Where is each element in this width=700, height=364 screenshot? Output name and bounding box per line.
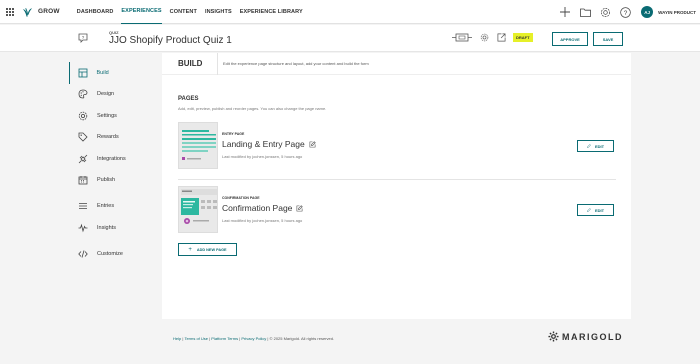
nav-experience-library[interactable]: EXPERIENCE LIBRARY xyxy=(240,0,303,24)
page-type: ENTRY PAGE xyxy=(222,132,245,136)
footer-logo: MARIGOLD xyxy=(548,331,623,342)
build-icon xyxy=(78,68,87,78)
page-thumbnail[interactable] xyxy=(178,122,218,169)
page-thumbnail[interactable] xyxy=(178,186,218,233)
sidebar-item-label: Design xyxy=(97,91,115,98)
edit-page-button[interactable]: EDIT xyxy=(577,140,614,152)
gear-icon[interactable] xyxy=(599,6,611,18)
folder-icon[interactable] xyxy=(579,6,591,18)
sidebar-item-label: Entries xyxy=(97,203,115,210)
page-modified: Last modified by jochen.jonssen, 5 hours… xyxy=(222,218,303,223)
sidebar-item-label: Rewards xyxy=(97,134,119,141)
nav-insights[interactable]: INSIGHTS xyxy=(205,0,232,24)
edit-label: EDIT xyxy=(594,207,605,213)
code-icon xyxy=(78,250,88,258)
sidebar-item-label: Settings xyxy=(97,112,117,119)
pages-title: PAGES xyxy=(178,96,199,102)
edit-name-icon[interactable] xyxy=(309,140,316,148)
svg-text:?: ? xyxy=(82,35,85,40)
app-grid-icon[interactable] xyxy=(6,7,14,16)
add-new-page-button[interactable]: + ADD NEW PAGE xyxy=(178,243,237,256)
pencil-icon xyxy=(587,208,591,212)
pages-description: Add, edit, preview, publish and reorder … xyxy=(178,106,327,111)
list-icon xyxy=(79,203,87,210)
gear-icon xyxy=(78,111,88,120)
help-icon[interactable]: ? xyxy=(619,6,631,18)
sidebar-item-publish[interactable]: Publish xyxy=(69,170,164,192)
thumbnail-preview xyxy=(182,130,216,160)
sidebar-item-design[interactable]: Design xyxy=(69,84,164,106)
pencil-icon xyxy=(587,144,591,148)
external-link-icon[interactable] xyxy=(497,32,506,42)
sidebar-item-settings[interactable]: Settings xyxy=(69,105,164,127)
svg-text:?: ? xyxy=(623,9,627,16)
footer-link-platform-terms[interactable]: Platform Terms xyxy=(211,336,238,341)
section-description: Edit the experience page structure and l… xyxy=(223,61,369,66)
sidebar-item-build[interactable]: Build xyxy=(69,62,164,84)
sidebar-item-rewards[interactable]: Rewards xyxy=(69,127,164,149)
edit-page-button[interactable]: EDIT xyxy=(577,204,614,216)
footer-link-terms-of-use[interactable]: Terms of Use xyxy=(184,336,208,341)
marigold-logo-icon xyxy=(548,331,559,342)
page-name: Landing & Entry Page xyxy=(222,139,305,149)
sidebar-item-integrations[interactable]: Integrations xyxy=(69,148,164,170)
sidebar-item-label: Publish xyxy=(97,177,116,184)
page-name: Confirmation Page xyxy=(222,203,293,213)
page-type: CONFIRMATION PAGE xyxy=(222,196,260,200)
avatar[interactable]: AJ xyxy=(641,6,654,18)
settings-gear-icon[interactable] xyxy=(480,32,489,42)
sidebar-item-label: Customize xyxy=(97,250,123,257)
page-row: CONFIRMATION PAGE Confirmation Page Last… xyxy=(178,186,616,236)
quiz-icon: ? xyxy=(78,33,88,43)
footer-link-help[interactable]: Help xyxy=(173,336,181,341)
plug-icon xyxy=(78,154,88,164)
footer: Help | Terms of Use | Platform Terms | P… xyxy=(173,336,335,341)
approve-button[interactable]: APPROVE xyxy=(552,32,588,46)
page-modified: Last modified by jochen.jonssen, 5 hours… xyxy=(222,154,303,159)
top-navigation: GROW DASHBOARD EXPERIENCES CONTENT INSIG… xyxy=(0,0,700,24)
thumbnail-preview xyxy=(181,189,217,224)
page-row: ENTRY PAGE Landing & Entry Page Last mod… xyxy=(178,122,616,180)
sidebar-item-label: Integrations xyxy=(97,155,126,162)
sidebar-item-customize[interactable]: Customize xyxy=(69,243,164,265)
calendar-icon xyxy=(78,176,88,185)
plus-icon: + xyxy=(188,246,192,253)
brand[interactable]: GROW xyxy=(22,7,60,17)
sidebar: Build Design Settings Rewards Integratio… xyxy=(69,62,164,265)
user-name[interactable]: WAYIN PRODUCT xyxy=(658,10,696,15)
edit-name-icon[interactable] xyxy=(296,204,304,212)
brand-name: GROW xyxy=(38,8,60,15)
save-button[interactable]: SAVE xyxy=(593,32,623,46)
preview-device-icon[interactable] xyxy=(452,32,472,42)
sidebar-item-insights[interactable]: Insights xyxy=(69,217,164,239)
footer-link-privacy-policy[interactable]: Privacy Policy xyxy=(241,336,266,341)
add-page-label: ADD NEW PAGE xyxy=(196,247,227,252)
pulse-icon xyxy=(78,223,88,233)
sidebar-item-label: Build xyxy=(96,69,109,76)
sidebar-item-label: Insights xyxy=(97,224,116,231)
palette-icon xyxy=(78,89,88,99)
tag-icon xyxy=(78,132,88,142)
section-title: BUILD xyxy=(178,59,203,68)
leaf-logo-icon xyxy=(22,7,33,17)
plus-icon[interactable] xyxy=(559,6,571,18)
nav-content[interactable]: CONTENT xyxy=(170,0,197,24)
logo-text: MARIGOLD xyxy=(562,331,623,342)
copyright: © 2025 Marigold. All rights reserved. xyxy=(269,336,335,341)
nav-dashboard[interactable]: DASHBOARD xyxy=(77,0,114,24)
build-panel: BUILD Edit the experience page structure… xyxy=(162,52,631,319)
page-title: JJO Shopify Product Quiz 1 xyxy=(109,35,232,46)
sidebar-item-entries[interactable]: Entries xyxy=(69,196,164,218)
experience-header: ? QUIZ JJO Shopify Product Quiz 1 DRAFT … xyxy=(0,25,700,52)
edit-label: EDIT xyxy=(594,143,605,149)
nav-experiences[interactable]: EXPERIENCES xyxy=(121,0,162,24)
status-badge: DRAFT xyxy=(513,32,533,42)
